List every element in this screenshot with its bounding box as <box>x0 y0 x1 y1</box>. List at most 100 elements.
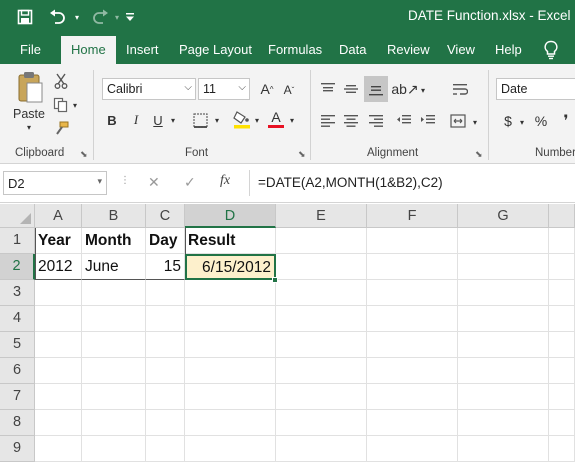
tab-page-layout[interactable]: Page Layout <box>179 42 252 57</box>
grid-cell[interactable] <box>458 306 549 332</box>
enter-icon[interactable]: ✓ <box>184 174 196 191</box>
grid-cell[interactable] <box>549 410 575 436</box>
grid-cell[interactable] <box>35 410 82 436</box>
grid-cell[interactable] <box>276 254 367 280</box>
cell-c2[interactable]: 15 <box>146 254 185 280</box>
grid-cell[interactable] <box>146 280 185 306</box>
grid-cell[interactable] <box>146 410 185 436</box>
alignment-launcher-icon[interactable]: ⬊ <box>475 149 483 160</box>
cell-a1[interactable]: Year <box>35 228 82 254</box>
borders-icon[interactable] <box>190 110 210 130</box>
grow-font-button[interactable]: A ^ <box>258 79 276 99</box>
grid-cell[interactable] <box>276 436 367 462</box>
grid-cell[interactable] <box>367 228 458 254</box>
cell-a2[interactable]: 2012 <box>35 254 82 280</box>
grid-cell[interactable] <box>276 228 367 254</box>
grid-cell[interactable] <box>549 280 575 306</box>
grid-cell[interactable] <box>185 410 276 436</box>
row-header-3[interactable]: 3 <box>0 280 35 306</box>
grid-cell[interactable] <box>367 280 458 306</box>
grid-cell[interactable] <box>82 410 146 436</box>
grid-cell[interactable] <box>276 280 367 306</box>
copy-icon[interactable] <box>52 96 70 114</box>
name-box[interactable]: D2 ▾ <box>3 171 107 195</box>
row-header-1[interactable]: 1 <box>0 228 35 254</box>
cell-d2[interactable]: 6/15/2012 <box>185 254 276 280</box>
middle-align-icon[interactable] <box>341 78 361 100</box>
grid-cell[interactable] <box>146 332 185 358</box>
cell-c1[interactable]: Day <box>146 228 185 254</box>
cut-icon[interactable] <box>52 72 70 90</box>
grid-cell[interactable] <box>35 358 82 384</box>
tab-home[interactable]: Home <box>61 36 116 64</box>
grid-cell[interactable] <box>35 280 82 306</box>
grid-cell[interactable] <box>146 436 185 462</box>
currency-dropdown-icon[interactable]: ▾ <box>517 116 527 128</box>
tab-help[interactable]: Help <box>495 42 522 57</box>
grid-cell[interactable] <box>185 436 276 462</box>
grid-cell[interactable] <box>367 254 458 280</box>
cancel-icon[interactable]: ✕ <box>148 174 160 191</box>
increase-indent-icon[interactable] <box>418 110 438 132</box>
grid-cell[interactable] <box>549 436 575 462</box>
grid-cell[interactable] <box>549 306 575 332</box>
row-header-7[interactable]: 7 <box>0 384 35 410</box>
formula-input[interactable]: =DATE(A2,MONTH(1&B2),C2) <box>258 175 443 190</box>
grid-cell[interactable] <box>185 306 276 332</box>
grid-cell[interactable] <box>458 358 549 384</box>
grid-cell[interactable] <box>367 358 458 384</box>
cell-b1[interactable]: Month <box>82 228 146 254</box>
grid-cell[interactable] <box>549 332 575 358</box>
grid-cell[interactable] <box>367 384 458 410</box>
column-header-e[interactable]: E <box>276 204 367 228</box>
grid-cell[interactable] <box>82 358 146 384</box>
grid-cell[interactable] <box>185 332 276 358</box>
borders-dropdown-icon[interactable]: ▾ <box>212 114 222 126</box>
grid-cell[interactable] <box>35 436 82 462</box>
cell-b2[interactable]: June <box>82 254 146 280</box>
grid-cell[interactable] <box>458 410 549 436</box>
paste-button[interactable]: Paste <box>13 106 45 122</box>
lightbulb-icon[interactable] <box>543 40 559 63</box>
column-header-b[interactable]: B <box>82 204 146 228</box>
italic-button[interactable]: I <box>128 110 144 130</box>
shrink-font-button[interactable]: Aˇ <box>280 81 298 99</box>
align-left-icon[interactable] <box>318 110 338 132</box>
row-header-8[interactable]: 8 <box>0 410 35 436</box>
row-header-9[interactable]: 9 <box>0 436 35 462</box>
grid-cell[interactable] <box>35 306 82 332</box>
paste-icon[interactable] <box>14 70 46 106</box>
grid-cell[interactable] <box>367 436 458 462</box>
underline-button[interactable]: U <box>150 110 166 130</box>
row-header-6[interactable]: 6 <box>0 358 35 384</box>
tab-formulas[interactable]: Formulas <box>268 42 322 57</box>
grid-cell[interactable] <box>35 384 82 410</box>
align-center-icon[interactable] <box>341 110 361 132</box>
grid-cell[interactable] <box>82 332 146 358</box>
redo-icon[interactable] <box>86 7 112 27</box>
row-header-4[interactable]: 4 <box>0 306 35 332</box>
grid-cell[interactable] <box>549 358 575 384</box>
wrap-text-icon[interactable] <box>450 78 470 100</box>
tab-data[interactable]: Data <box>339 42 366 57</box>
redo-dropdown-icon[interactable]: ▾ <box>112 7 122 27</box>
grid-cell[interactable] <box>146 306 185 332</box>
grid-cell[interactable] <box>367 410 458 436</box>
column-header-a[interactable]: A <box>35 204 82 228</box>
customize-quick-access-icon[interactable] <box>122 7 138 27</box>
cell-d1[interactable]: Result <box>185 228 276 254</box>
grid-cell[interactable] <box>458 332 549 358</box>
grid-cell[interactable] <box>458 228 549 254</box>
grid-cell[interactable] <box>458 384 549 410</box>
font-size-select[interactable]: 11 ⌵ <box>198 78 250 100</box>
tab-review[interactable]: Review <box>387 42 430 57</box>
grid-cell[interactable] <box>367 306 458 332</box>
insert-function-icon[interactable]: fx <box>220 173 230 189</box>
column-header-f[interactable]: F <box>367 204 458 228</box>
top-align-icon[interactable] <box>318 78 338 100</box>
column-header-h[interactable] <box>549 204 575 228</box>
number-format-select[interactable]: Date <box>496 78 575 100</box>
merge-center-icon[interactable] <box>448 110 468 132</box>
grid-cell[interactable] <box>276 358 367 384</box>
grid-cell[interactable] <box>276 410 367 436</box>
